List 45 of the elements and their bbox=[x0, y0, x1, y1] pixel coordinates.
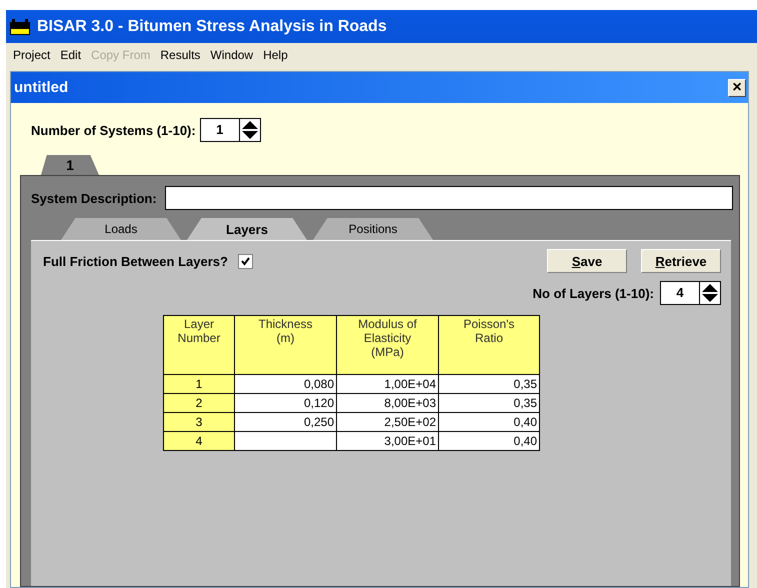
systems-spinner[interactable]: 1 bbox=[200, 118, 261, 142]
app-logo-icon bbox=[9, 18, 31, 36]
friction-checkbox[interactable] bbox=[238, 254, 253, 268]
system-tab[interactable]: 1 bbox=[41, 155, 99, 175]
menu-item[interactable]: Window bbox=[205, 48, 258, 62]
tab[interactable]: Loads bbox=[61, 218, 181, 240]
menu-item[interactable]: Help bbox=[258, 48, 293, 62]
close-button[interactable]: × bbox=[728, 78, 746, 96]
table-cell[interactable]: 0,35 bbox=[438, 374, 540, 394]
tab[interactable]: Positions bbox=[313, 218, 433, 240]
document-title: untitled bbox=[14, 79, 68, 96]
layers-count-label: No of Layers (1-10): bbox=[532, 286, 654, 300]
column-header: Layer Number bbox=[164, 316, 234, 374]
table-cell[interactable]: 0,080 bbox=[234, 374, 336, 394]
table-cell[interactable]: 0,40 bbox=[438, 412, 540, 432]
table-cell: 3 bbox=[164, 412, 234, 432]
table-cell[interactable]: 0,250 bbox=[234, 412, 336, 432]
table-cell: 4 bbox=[164, 432, 234, 450]
action-button[interactable]: Retrieve bbox=[641, 249, 721, 273]
description-field[interactable] bbox=[164, 186, 733, 210]
table-cell[interactable]: 1,00E+04 bbox=[336, 374, 438, 394]
table-cell[interactable]: 0,120 bbox=[234, 394, 336, 412]
spin-arrows-icon[interactable] bbox=[700, 282, 720, 304]
spin-arrows-icon[interactable] bbox=[240, 119, 260, 141]
friction-label: Full Friction Between Layers? bbox=[43, 254, 228, 268]
table-cell: 2 bbox=[164, 394, 234, 412]
table-cell[interactable]: 2,50E+02 bbox=[336, 412, 438, 432]
description-label: System Description: bbox=[31, 190, 157, 206]
table-cell[interactable]: 0,35 bbox=[438, 394, 540, 412]
column-header: Thickness (m) bbox=[234, 316, 336, 374]
table-cell[interactable] bbox=[234, 432, 336, 450]
table-cell: 1 bbox=[164, 374, 234, 394]
table-cell[interactable]: 0,40 bbox=[438, 432, 540, 450]
action-button[interactable]: Save bbox=[547, 249, 627, 273]
column-header: Poisson's Ratio bbox=[438, 316, 540, 374]
table-cell[interactable]: 3,00E+01 bbox=[336, 432, 438, 450]
table-cell[interactable]: 8,00E+03 bbox=[336, 394, 438, 412]
menu-item[interactable]: Results bbox=[155, 48, 206, 62]
layers-spinner[interactable]: 4 bbox=[660, 281, 721, 305]
menu-item[interactable]: Project bbox=[8, 48, 56, 62]
menu-item[interactable]: Edit bbox=[55, 48, 86, 62]
tab[interactable]: Layers bbox=[187, 218, 307, 240]
column-header: Modulus of Elasticity (MPa) bbox=[336, 316, 438, 374]
systems-label: Number of Systems (1-10): bbox=[31, 122, 196, 138]
window-title: BISAR 3.0 - Bitumen Stress Analysis in Roads bbox=[37, 18, 387, 36]
